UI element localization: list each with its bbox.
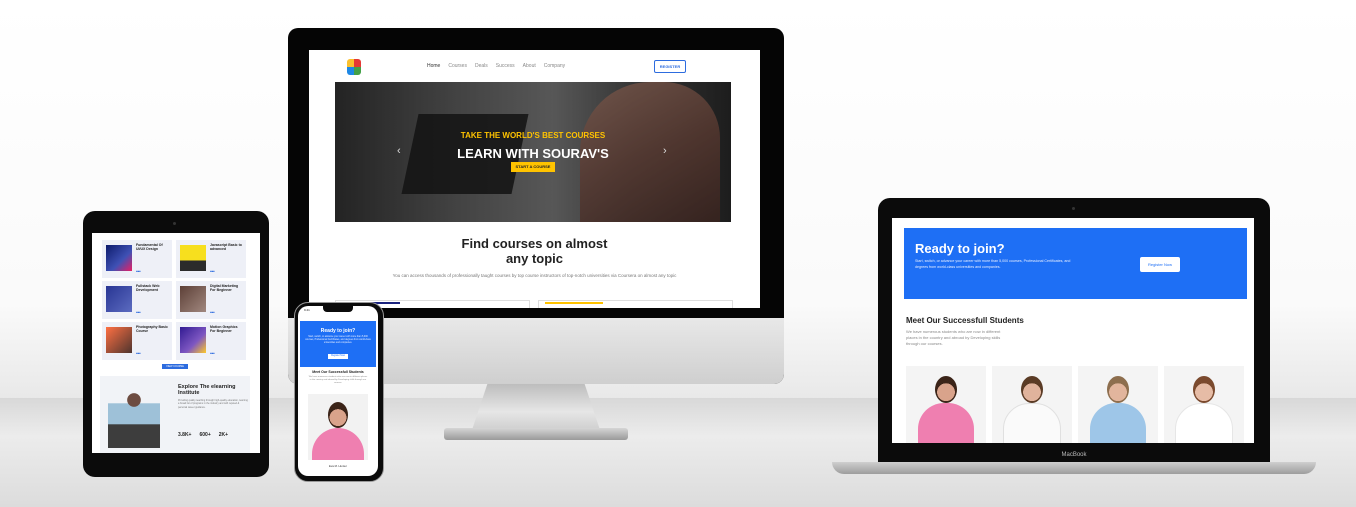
find-courses-heading-line1: Find courses on almost <box>461 236 608 251</box>
student-head <box>935 376 957 403</box>
apple-logo-icon <box>520 343 552 375</box>
student-photo <box>1164 366 1244 443</box>
course-title: Javascript Basic to advanced <box>210 243 242 251</box>
course-thumbnail <box>106 286 132 312</box>
start-course-button[interactable]: START A COURSE <box>511 162 555 172</box>
course-title: Motion Graphics For Beginner <box>210 325 238 333</box>
meet-students-text: We have numerous students who are now in… <box>906 329 1001 346</box>
stat-value: 600+ <box>199 432 211 438</box>
macbook-base <box>832 462 1316 474</box>
course-link[interactable]: ■■■ <box>210 270 215 273</box>
nav-menu: Home Courses Deals Success About Company <box>427 63 565 69</box>
course-title: Fullstack Web Development <box>136 284 160 292</box>
find-courses-heading: Find courses on almost any topic <box>309 236 760 266</box>
register-now-button[interactable]: Register Now <box>1140 257 1180 272</box>
meet-students-title: Meet Our Successfull Students <box>312 370 364 374</box>
stat-value: 3.8K+ <box>178 432 192 438</box>
course-thumbnail <box>106 327 132 353</box>
imac-screen: Home Courses Deals Success About Company… <box>309 50 760 308</box>
nav-item-deals[interactable]: Deals <box>475 63 488 69</box>
macbook-screen: Ready to join? Start, switch, or advance… <box>892 218 1254 443</box>
nav-item-about[interactable]: About <box>523 63 536 69</box>
iphone-screen: 9:41 Ready to join? Start, switch, or ad… <box>298 306 378 476</box>
course-tile[interactable]: Digital Marketing For Beginner ■■■ <box>176 281 246 319</box>
find-courses-description: You can access thousands of professional… <box>392 273 677 278</box>
course-link[interactable]: ■■■ <box>136 270 141 273</box>
course-tile[interactable]: Fullstack Web Development ■■■ <box>102 281 172 319</box>
hero-subtitle: TAKE THE WORLD'S BEST COURSES <box>460 131 606 140</box>
status-bar-time: 9:41 <box>304 308 310 312</box>
course-thumbnail <box>180 327 206 353</box>
nav-item-home[interactable]: Home <box>427 63 440 69</box>
ready-text: Start, switch, or advance your career wi… <box>915 259 1071 269</box>
macbook-label: MacBook <box>1061 452 1087 458</box>
hero-carousel: ‹ › TAKE THE WORLD'S BEST COURSES LEARN … <box>335 82 731 222</box>
imac-stand-neck <box>472 384 600 430</box>
course-link[interactable]: ■■■ <box>136 311 141 314</box>
find-courses-heading-line2: any topic <box>505 251 564 266</box>
ipad-camera <box>173 222 176 225</box>
student-photo <box>308 394 368 460</box>
student-head <box>1021 376 1043 403</box>
student-photo <box>992 366 1072 443</box>
student-body <box>1003 403 1061 443</box>
register-button[interactable]: REGISTER <box>654 60 686 73</box>
ready-to-join-banner: Ready to join? Start, switch, or advance… <box>300 321 376 367</box>
student-body <box>1090 403 1146 443</box>
student-body <box>1175 403 1233 443</box>
stats-row: 3.8K+ 600+ 2K+ <box>178 432 228 438</box>
course-title: Digital Marketing For Beginner <box>210 284 239 292</box>
course-link[interactable]: ■■■ <box>210 352 215 355</box>
explore-title: Explore The elearning Institute <box>178 384 236 396</box>
macbook-camera <box>1072 207 1075 210</box>
imac-stand-foot <box>444 428 628 440</box>
course-title: Fundamental Of UI/UX Design <box>136 243 163 251</box>
course-tile[interactable]: Photography Basic Course ■■■ <box>102 322 172 360</box>
top-navbar: Home Courses Deals Success About Company… <box>309 50 760 80</box>
ready-title: Ready to join? <box>320 328 356 334</box>
student-head <box>328 402 348 428</box>
student-body <box>312 428 364 460</box>
course-card[interactable] <box>538 300 733 308</box>
course-thumbnail <box>106 245 132 271</box>
nav-item-success[interactable]: Success <box>496 63 515 69</box>
student-photo <box>906 366 986 443</box>
iphone-notch <box>323 306 353 312</box>
student-body <box>918 403 974 443</box>
register-now-button[interactable]: Register Now <box>328 354 348 359</box>
course-link[interactable]: ■■■ <box>136 352 141 355</box>
nav-item-courses[interactable]: Courses <box>448 63 467 69</box>
course-tile[interactable]: Motion Graphics For Beginner ■■■ <box>176 322 246 360</box>
meet-students-text: We have numerous students who are now in… <box>308 376 368 384</box>
course-title: Photography Basic Course <box>136 325 168 333</box>
course-tile[interactable]: Fundamental Of UI/UX Design ■■■ <box>102 240 172 278</box>
student-name: Eva M. Hunter <box>329 464 347 468</box>
meet-students-title: Meet Our Successfull Students <box>906 316 1024 325</box>
view-course-button[interactable]: VIEW COURSE <box>162 364 188 369</box>
course-tile[interactable]: Javascript Basic to advanced ■■■ <box>176 240 246 278</box>
student-head <box>1193 376 1215 403</box>
ready-title: Ready to join? <box>915 241 1005 256</box>
hero-title: LEARN WITH SOURAV'S <box>457 146 609 161</box>
explore-student-image <box>108 388 160 448</box>
nav-item-company[interactable]: Company <box>544 63 565 69</box>
explore-section: Explore The elearning Institute Providin… <box>100 376 250 453</box>
ready-text: Start, switch, or advance your career wi… <box>305 336 371 344</box>
course-thumbnail <box>180 245 206 271</box>
ready-to-join-banner: Ready to join? Start, switch, or advance… <box>904 228 1247 299</box>
student-head <box>1107 376 1129 403</box>
course-thumbnail <box>180 286 206 312</box>
stat-value: 2K+ <box>218 432 229 438</box>
course-card-accent <box>545 302 603 304</box>
site-logo-icon[interactable] <box>347 59 361 75</box>
course-link[interactable]: ■■■ <box>210 311 215 314</box>
explore-text: Providing quality teaching through high-… <box>178 399 248 409</box>
student-photo <box>1078 366 1158 443</box>
ipad-screen: Fundamental Of UI/UX Design ■■■ Javascri… <box>92 233 260 453</box>
